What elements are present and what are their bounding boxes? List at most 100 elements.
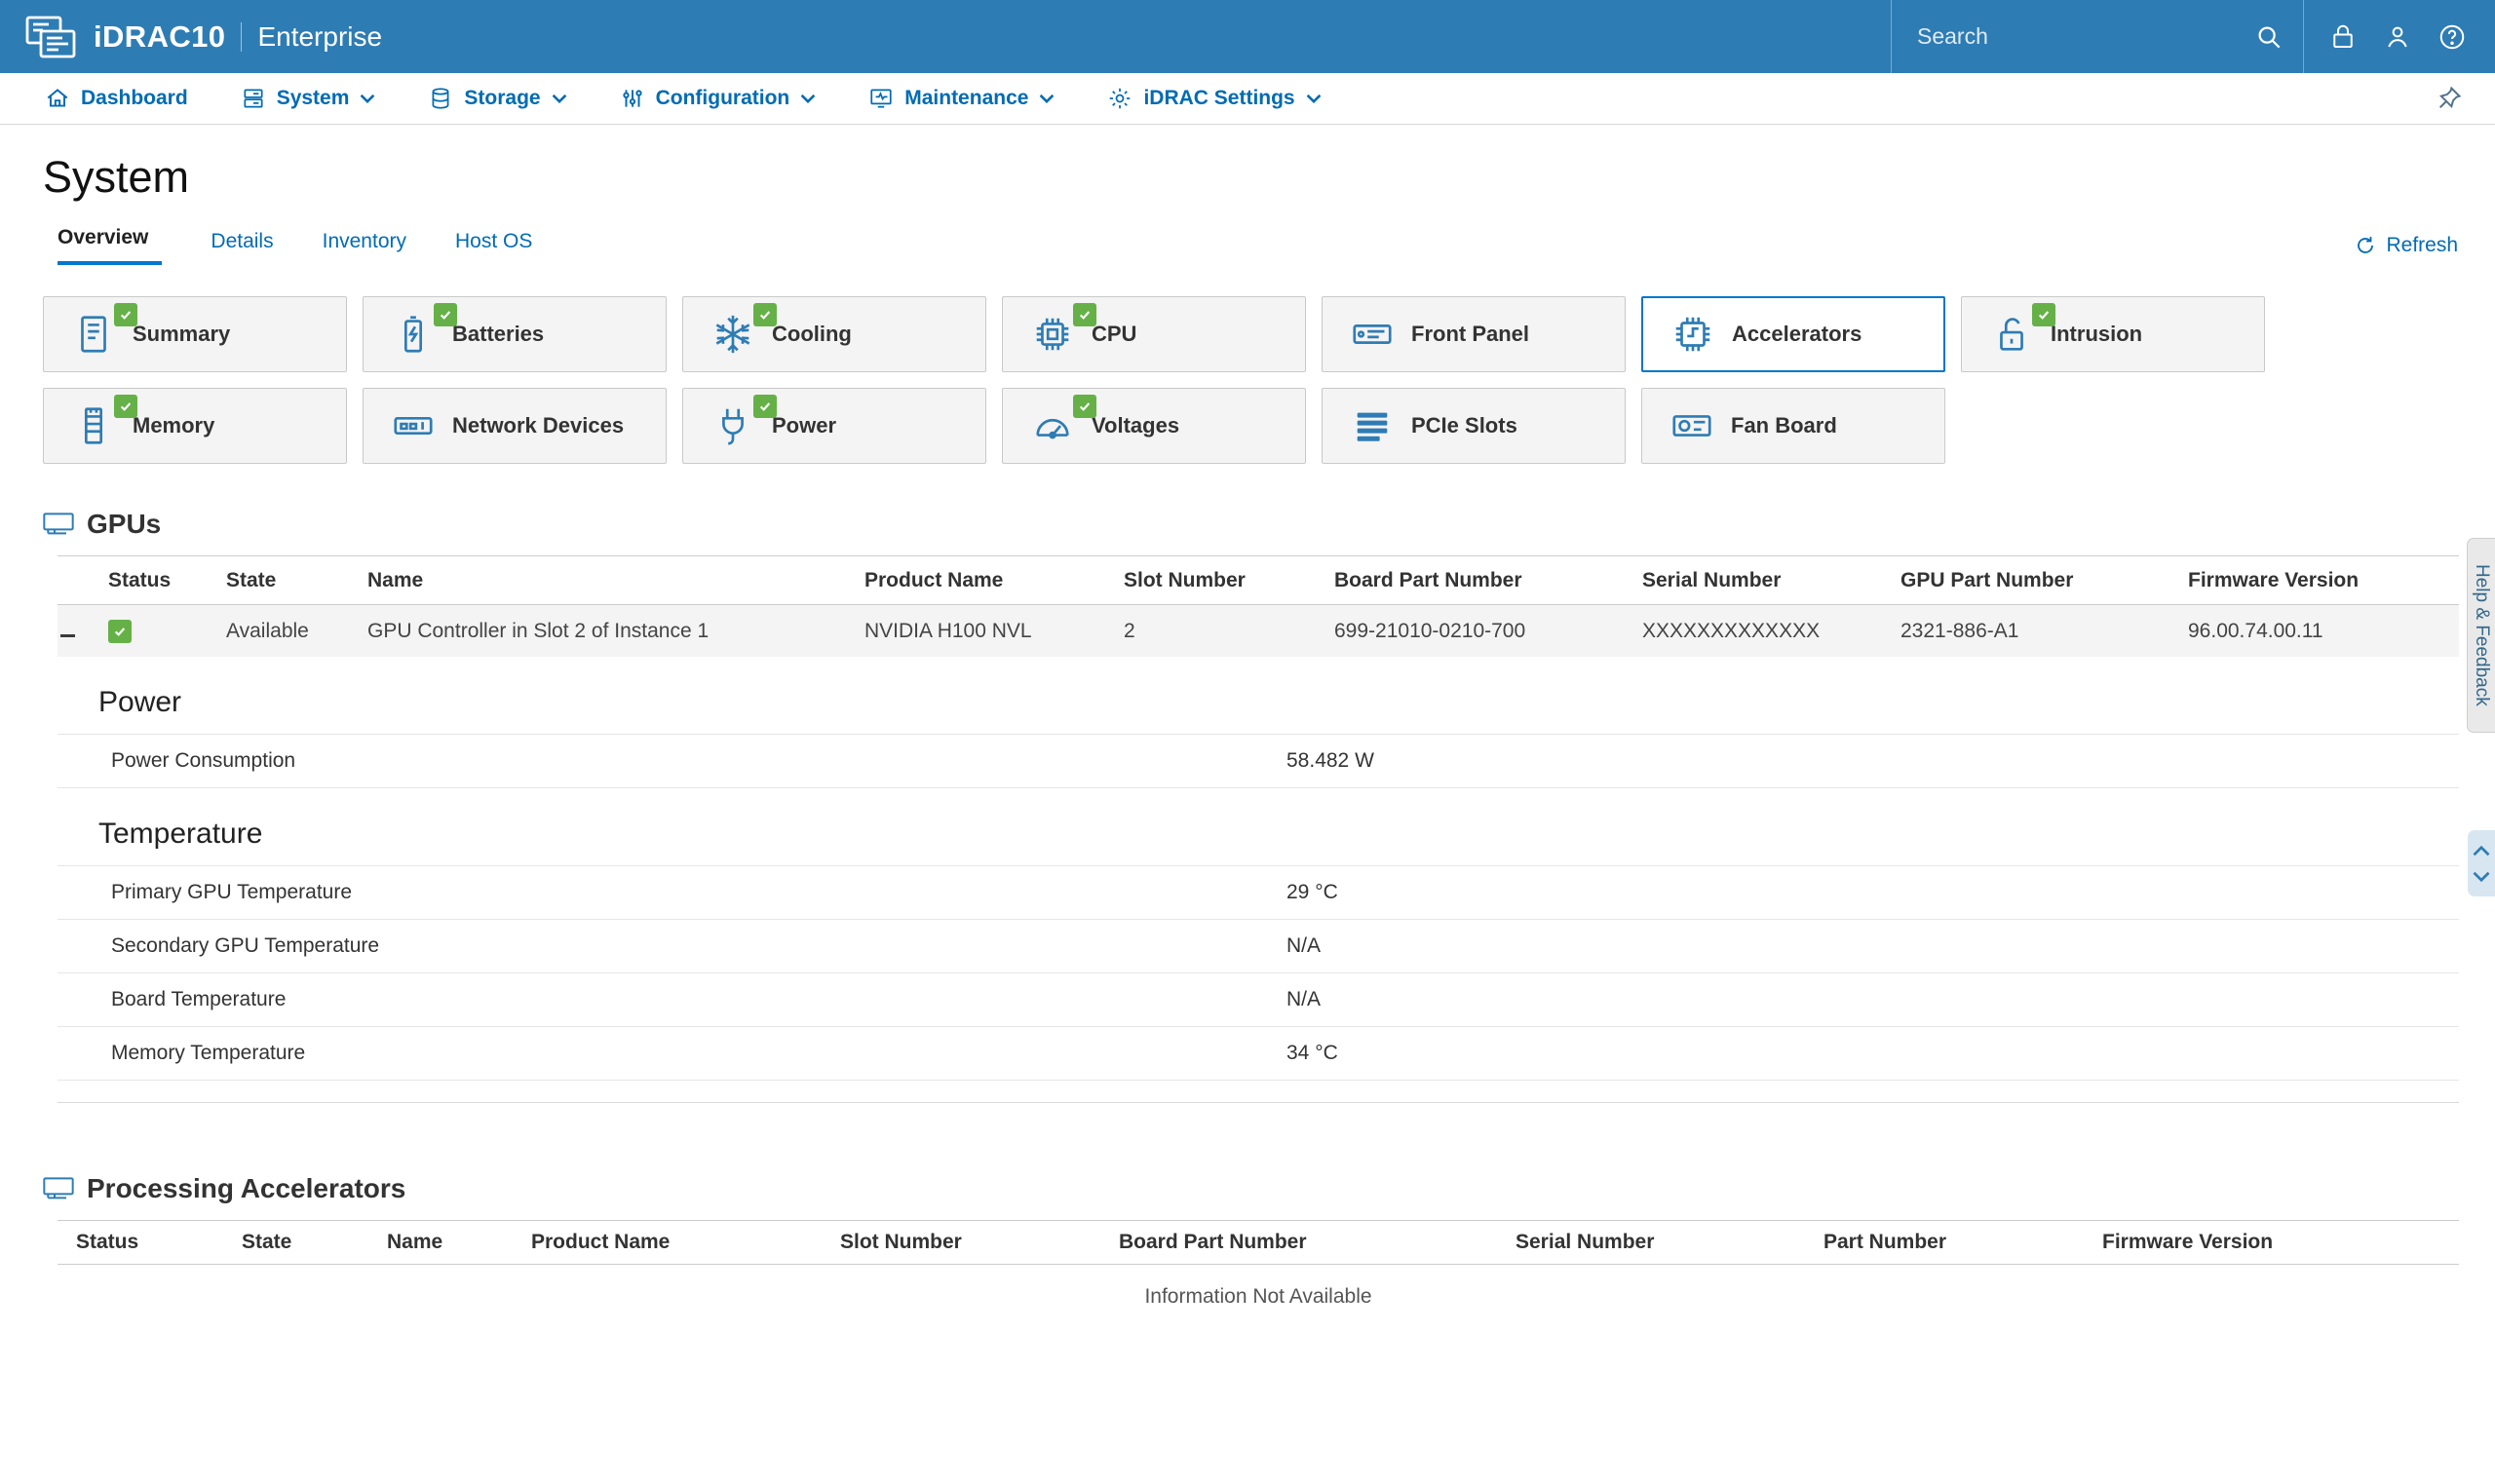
detail-value: 34 °C	[1286, 1042, 1338, 1064]
nav-label: Maintenance	[904, 87, 1029, 109]
gpu-row: Available GPU Controller in Slot 2 of In…	[58, 605, 2459, 657]
collapse-row-control[interactable]	[58, 620, 108, 643]
health-ok-badge	[1073, 395, 1096, 418]
snowflake-icon	[709, 310, 757, 359]
tile-summary[interactable]: Summary	[43, 296, 347, 372]
scroll-up-icon[interactable]	[2471, 843, 2492, 858]
nav-dashboard[interactable]: Dashboard	[45, 86, 188, 111]
tile-label: Batteries	[452, 322, 545, 346]
nav-label: Configuration	[655, 87, 790, 109]
nav-label: System	[276, 87, 350, 109]
tile-accelerators[interactable]: Accelerators	[1641, 296, 1945, 372]
tile-cooling[interactable]: Cooling	[682, 296, 986, 372]
tile-memory[interactable]: Memory	[43, 388, 347, 464]
power-rows: Power Consumption 58.482 W	[58, 734, 2459, 788]
gpu-name-cell: GPU Controller in Slot 2 of Instance 1	[367, 619, 710, 642]
detail-label: Primary GPU Temperature	[111, 881, 353, 903]
col-state: State	[242, 1231, 292, 1253]
tile-pcie-slots[interactable]: PCIe Slots	[1322, 388, 1626, 464]
col-status: Status	[108, 568, 172, 591]
tile-label: CPU	[1092, 322, 1137, 346]
gpu-serial-number-cell: XXXXXXXXXXXXX	[1642, 619, 1821, 642]
col-serial-number: Serial Number	[1642, 568, 1782, 591]
detail-row: Board Temperature N/A	[58, 973, 2459, 1027]
gpu-state-cell: Available	[226, 619, 309, 642]
tile-label: Voltages	[1092, 413, 1180, 438]
detail-value: N/A	[1286, 988, 1322, 1010]
search-icon[interactable]	[2252, 20, 2285, 54]
tile-front-panel[interactable]: Front Panel	[1322, 296, 1626, 372]
brand: iDRAC10 Enterprise	[0, 15, 382, 59]
col-gpu-part-number: GPU Part Number	[1900, 568, 2074, 591]
col-product-name: Product Name	[864, 568, 1004, 591]
tile-label: PCIe Slots	[1411, 413, 1517, 438]
tile-power[interactable]: Power	[682, 388, 986, 464]
refresh-button[interactable]: Refresh	[2354, 234, 2458, 265]
scroll-down-icon[interactable]	[2471, 868, 2492, 884]
sliders-icon	[622, 90, 642, 107]
processing-accelerators-title-text: Processing Accelerators	[87, 1173, 406, 1203]
help-icon[interactable]	[2437, 21, 2468, 53]
idrac-logo-icon	[25, 15, 78, 59]
server-icon	[244, 89, 263, 108]
tile-network-devices[interactable]: Network Devices	[363, 388, 667, 464]
storage-icon	[432, 88, 449, 109]
padlock-icon	[1987, 310, 2036, 359]
memory-icon	[69, 401, 118, 450]
col-part-number: Part Number	[1823, 1231, 1947, 1253]
tab-host-os[interactable]: Host OS	[455, 230, 532, 265]
cpu-icon	[1028, 310, 1077, 359]
search-box	[1891, 0, 2303, 73]
health-ok-badge	[1073, 303, 1096, 326]
scroll-widget	[2468, 830, 2495, 896]
search-input[interactable]	[1915, 22, 2252, 51]
tile-intrusion[interactable]: Intrusion	[1961, 296, 2265, 372]
pin-icon[interactable]	[2433, 82, 2466, 115]
detail-label: Secondary GPU Temperature	[111, 934, 380, 957]
gpu-board-part-number-cell: 699-21010-0210-700	[1334, 619, 1526, 642]
col-state: State	[226, 568, 277, 591]
col-firmware-version: Firmware Version	[2102, 1231, 2274, 1253]
tab-overview[interactable]: Overview	[58, 226, 163, 265]
nav-label: Storage	[464, 87, 541, 109]
nav-label: Dashboard	[81, 87, 188, 109]
minus-icon	[60, 633, 75, 637]
tile-voltages[interactable]: Voltages	[1002, 388, 1306, 464]
empty-table-message: Information Not Available	[1144, 1285, 1372, 1308]
health-ok-badge	[2032, 303, 2055, 326]
gpus-section-title: GPUs	[43, 509, 2495, 540]
nav-maintenance[interactable]: Maintenance	[868, 86, 1055, 111]
battery-icon	[389, 310, 438, 359]
tab-inventory[interactable]: Inventory	[323, 230, 406, 265]
nav-system[interactable]: System	[241, 86, 376, 111]
lock-icon[interactable]	[2327, 21, 2359, 53]
col-status: Status	[76, 1231, 139, 1253]
home-icon	[47, 89, 68, 107]
gpu-slot-number-cell: 2	[1124, 619, 1135, 642]
tile-fan-board[interactable]: Fan Board	[1641, 388, 1945, 464]
col-firmware-version: Firmware Version	[2188, 568, 2360, 591]
tile-label: Intrusion	[2051, 322, 2143, 346]
idrac-app: iDRAC10 Enterprise Search Dashboard Syst…	[0, 0, 2495, 1484]
help-feedback-tab[interactable]: Help & Feedback	[2467, 538, 2495, 733]
gear-icon	[1110, 88, 1131, 109]
temperature-heading: Temperature	[98, 818, 263, 850]
maintenance-icon	[870, 89, 892, 108]
col-serial-number: Serial Number	[1516, 1231, 1655, 1253]
gpu-firmware-version-cell: 96.00.74.00.11	[2188, 619, 2323, 642]
tile-label: Front Panel	[1411, 322, 1530, 346]
tab-details[interactable]: Details	[211, 230, 273, 265]
health-ok-badge	[114, 303, 137, 326]
tile-label: Accelerators	[1732, 322, 1862, 346]
gpu-status-cell	[108, 619, 226, 643]
gpu-part-number-cell: 2321-886-A1	[1900, 619, 2019, 642]
nav-configuration[interactable]: Configuration	[620, 86, 817, 111]
gauge-icon	[1028, 401, 1077, 450]
detail-row: Secondary GPU Temperature N/A	[58, 920, 2459, 973]
tile-cpu[interactable]: CPU	[1002, 296, 1306, 372]
user-icon[interactable]	[2382, 21, 2413, 53]
nav-idrac-settings[interactable]: iDRAC Settings	[1107, 86, 1321, 111]
nav-label: iDRAC Settings	[1143, 87, 1295, 109]
tile-batteries[interactable]: Batteries	[363, 296, 667, 372]
nav-storage[interactable]: Storage	[428, 86, 566, 111]
